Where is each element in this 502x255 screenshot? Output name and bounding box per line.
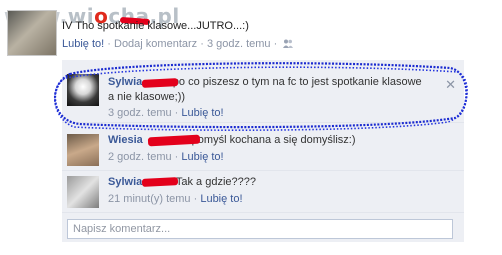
comment-text: Tak a gdzie???? [175,176,256,188]
people-icon [283,39,294,48]
close-icon[interactable]: ✕ [445,77,456,93]
post-timestamp[interactable]: 3 godz. temu [207,38,271,50]
meta-separator: · [273,38,278,50]
comment-text: po co piszesz o tym na fc to jest spotka… [172,76,422,88]
comment-item: Sylwia po co piszesz o tym na fc to jest… [62,68,464,123]
comment-item: Wiesia pomyśl kochana a się domyślisz:) … [62,130,464,171]
comment-meta: 3 godz. temu · Lubię to! [108,107,224,119]
post-like-link[interactable]: Lubię to! [62,38,104,50]
comment-item: Sylwia Tak a gdzie???? 21 minut(y) temu … [62,172,464,213]
comment-timestamp[interactable]: 3 godz. temu [108,107,172,119]
meta-separator: · [107,38,111,50]
commenter-avatar[interactable] [67,134,99,166]
commenter-name[interactable]: Wiesia [108,134,143,146]
commenter-name[interactable]: Sylwia [108,176,142,188]
post-author-avatar[interactable] [7,10,57,56]
comment-like-link[interactable]: Lubię to! [181,107,223,119]
comments-section: Sylwia po co piszesz o tym na fc to jest… [62,60,464,242]
comment-timestamp[interactable]: 2 godz. temu [108,151,172,163]
post-text: IV Tho spotkanie klasowe...JUTRO...:) [62,20,249,32]
commenter-name[interactable]: Sylwia [108,76,142,88]
comment-input[interactable] [67,219,453,239]
comment-meta: 2 godz. temu · Lubię to! [108,151,224,163]
post-add-comment-link[interactable]: Dodaj komentarz [114,38,197,50]
comment-text-continued: a nie klasowe;)) [108,91,186,103]
commenter-avatar[interactable] [67,176,99,208]
meta-separator: · [193,193,198,205]
meta-separator: · [174,107,179,119]
meta-separator: · [200,38,204,50]
meta-separator: · [174,151,179,163]
post-meta: Lubię to! · Dodaj komentarz · 3 godz. te… [62,38,294,50]
comment-text: pomyśl kochana a się domyślisz:) [191,134,356,146]
comment-timestamp[interactable]: 21 minut(y) temu [108,193,191,205]
commenter-avatar[interactable] [67,74,99,106]
comment-like-link[interactable]: Lubię to! [181,151,223,163]
comment-like-link[interactable]: Lubię to! [200,193,242,205]
comment-meta: 21 minut(y) temu · Lubię to! [108,193,243,205]
